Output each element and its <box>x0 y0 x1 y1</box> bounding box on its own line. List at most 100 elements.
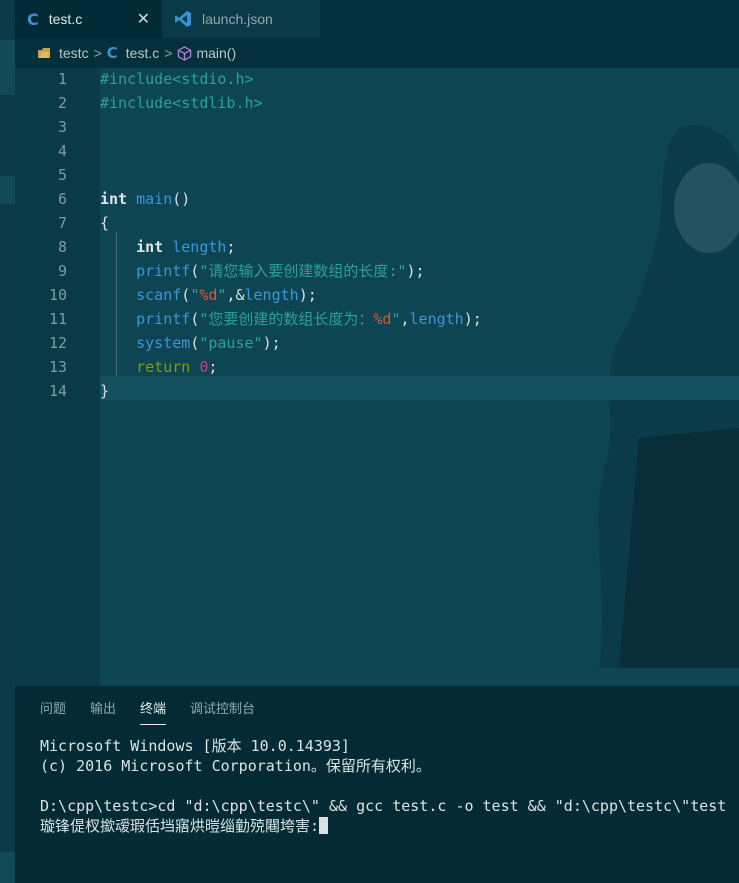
code-token: <stdio.h> <box>172 70 254 88</box>
terminal-line: 璇锋偍杈撳叆瑕佸垱寤烘暟缁勭殑闀垮害: <box>40 817 320 835</box>
terminal-output[interactable]: Microsoft Windows [版本 10.0.14393] (c) 201… <box>40 736 726 836</box>
line-number: 12 <box>48 334 67 352</box>
code-line[interactable]: 9 printf("请您输入要创建数组的长度:"); <box>15 259 739 283</box>
breadcrumb-symbol-label: main() <box>196 45 237 61</box>
code-text: system("pause"); <box>100 331 281 355</box>
code-text: scanf("%d",&length); <box>100 283 317 307</box>
terminal-prompt-line: 璇锋偍杈撳叆瑕佸垱寤烘暟缁勭殑闀垮害: <box>40 816 726 836</box>
code-editor[interactable]: 1 #include<stdio.h> 2 #include<stdlib.h> 3 4 5… <box>15 68 739 686</box>
code-line[interactable]: 11 printf("您要创建的数组长度为：%d",length); <box>15 307 739 331</box>
code-token: ); <box>298 286 317 304</box>
code-line[interactable]: 10 scanf("%d",&length); <box>15 283 739 307</box>
code-line[interactable]: 5 <box>15 163 739 187</box>
code-line[interactable]: 13 return 0; <box>15 355 739 379</box>
code-token: return <box>136 358 191 376</box>
code-text: return 0; <box>100 355 217 379</box>
code-token: printf <box>136 310 191 328</box>
panel-tabs: 问题 输出 终端 调试控制台 <box>15 686 255 728</box>
code-token: length <box>409 310 464 328</box>
code-token: ,& <box>226 286 245 304</box>
code-line[interactable]: 6 int main() <box>15 187 739 211</box>
code-line[interactable]: 2 #include<stdlib.h> <box>15 91 739 115</box>
code-token: } <box>100 382 110 400</box>
terminal-line: D:\cpp\testc>cd "d:\cpp\testc\" && gcc t… <box>40 797 727 815</box>
breadcrumb-file[interactable]: C test.c <box>107 44 159 62</box>
code-token: ( <box>190 262 200 280</box>
code-token: #include <box>100 70 173 88</box>
editor-tabs: C test.c ✕ launch.json <box>15 0 739 38</box>
c-file-icon: C <box>27 9 39 29</box>
code-token: int <box>100 190 128 208</box>
terminal-line: Microsoft Windows [版本 10.0.14393] <box>40 737 350 755</box>
code-token: ); <box>406 262 425 280</box>
tab-launch-json[interactable]: launch.json <box>162 0 320 38</box>
code-line[interactable]: 1 #include<stdio.h> <box>15 68 739 91</box>
code-token: ; <box>208 358 218 376</box>
activity-bar-marker <box>0 40 15 95</box>
code-token: scanf <box>136 286 182 304</box>
line-number: 11 <box>48 310 67 328</box>
code-token: , <box>400 310 410 328</box>
tab-output[interactable]: 输出 <box>90 692 116 723</box>
line-number: 5 <box>57 166 67 184</box>
code-line[interactable]: 7{ <box>15 211 739 235</box>
code-line[interactable]: 14} <box>15 379 739 403</box>
code-token: %d <box>373 310 392 328</box>
code-line[interactable]: 3 <box>15 115 739 139</box>
line-number: 2 <box>57 94 67 112</box>
line-number: 1 <box>57 70 67 88</box>
line-number: 3 <box>57 118 67 136</box>
code-token: length <box>244 286 299 304</box>
method-cube-icon <box>178 45 192 61</box>
code-text: } <box>100 379 109 403</box>
chevron-right-icon: > <box>164 45 173 61</box>
line-number: 9 <box>57 262 67 280</box>
code-token: printf <box>136 262 191 280</box>
chevron-right-icon: > <box>93 45 102 61</box>
close-icon[interactable]: ✕ <box>137 9 150 29</box>
line-number: 13 <box>48 358 67 376</box>
code-token: ); <box>463 310 482 328</box>
terminal-line: (c) 2016 Microsoft Corporation。保留所有权利。 <box>40 757 431 775</box>
code-token: #include <box>100 94 173 112</box>
folder-icon <box>38 48 50 58</box>
code-token: ( <box>181 286 191 304</box>
code-line[interactable]: 8 int length; <box>15 235 739 259</box>
tab-test-c[interactable]: C test.c ✕ <box>15 0 162 38</box>
code-text: int length; <box>100 235 235 259</box>
line-number: 8 <box>57 238 67 256</box>
line-number: 10 <box>48 286 67 304</box>
code-token: length <box>172 238 227 256</box>
breadcrumb-folder[interactable]: testc <box>15 45 89 61</box>
code-token: " <box>190 286 200 304</box>
vscode-icon <box>175 11 191 27</box>
activity-bar-marker <box>0 176 15 204</box>
c-file-icon: C <box>106 44 118 62</box>
code-token: ; <box>226 238 236 256</box>
line-number: 6 <box>57 190 67 208</box>
code-text: printf("请您输入要创建数组的长度:"); <box>100 259 425 283</box>
code-line[interactable]: 4 <box>15 139 739 163</box>
tab-terminal[interactable]: 终端 <box>140 692 167 725</box>
terminal-cursor <box>319 817 329 834</box>
code-token: int <box>136 238 164 256</box>
code-token: ( <box>190 334 200 352</box>
code-token: "您要创建的数组长度为： <box>199 310 374 328</box>
tab-debug-console[interactable]: 调试控制台 <box>190 692 255 723</box>
breadcrumb-symbol[interactable]: main() <box>177 45 236 61</box>
line-number: 14 <box>48 382 67 400</box>
code-text: int main() <box>100 187 190 211</box>
tab-problems[interactable]: 问题 <box>40 692 66 723</box>
code-token: system <box>136 334 191 352</box>
code-line[interactable]: 12 system("pause"); <box>15 331 739 355</box>
